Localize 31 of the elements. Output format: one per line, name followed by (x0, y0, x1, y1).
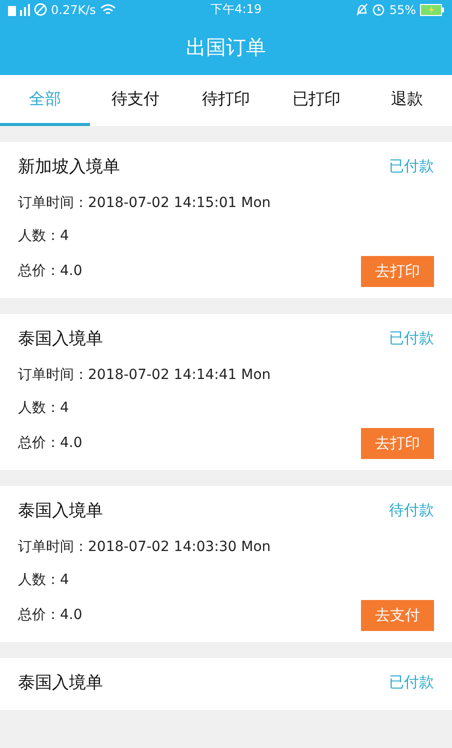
signal-icon (8, 4, 30, 16)
order-time: 订单时间：2018-07-02 14:14:41 Mon (18, 366, 271, 384)
alarm-icon (372, 3, 386, 16)
people-count: 人数：4 (18, 398, 69, 416)
total-price: 总价：4.0 (18, 434, 82, 452)
total-price: 总价：4.0 (18, 606, 82, 624)
battery-icon (420, 4, 444, 16)
order-card[interactable]: 泰国入境单 已付款 (0, 658, 452, 710)
people-count: 人数：4 (18, 570, 69, 588)
bell-off-icon (356, 3, 368, 16)
order-status: 已付款 (389, 156, 434, 176)
order-time: 订单时间：2018-07-02 14:15:01 Mon (18, 194, 271, 212)
order-title: 泰国入境单 (18, 500, 103, 522)
order-card[interactable]: 泰国入境单 已付款 订单时间：2018-07-02 14:14:41 Mon 人数：4 总价：4.0 去打印 (0, 314, 452, 470)
order-title: 泰国入境单 (18, 328, 103, 350)
blocked-icon (34, 3, 47, 16)
page-title: 出国订单 (186, 34, 266, 60)
order-card[interactable]: 新加坡入境单 已付款 订单时间：2018-07-02 14:15:01 Mon 人数：4 总价：4.0 去打印 (0, 142, 452, 298)
order-title: 泰国入境单 (18, 672, 103, 694)
wifi-icon (100, 4, 116, 16)
order-status: 待付款 (389, 500, 434, 520)
order-time: 订单时间：2018-07-02 14:03:30 Mon (18, 538, 271, 556)
order-status: 已付款 (389, 328, 434, 348)
order-status: 已付款 (389, 672, 434, 692)
people-count: 人数：4 (18, 226, 69, 244)
battery-percent: 55% (389, 2, 416, 16)
network-speed: 0.27K/s (51, 2, 96, 16)
status-time: 下午4:19 (210, 1, 262, 18)
order-card[interactable]: 泰国入境单 待付款 订单时间：2018-07-02 14:03:30 Mon 人数：4 总价：4.0 去支付 (0, 486, 452, 642)
total-price: 总价：4.0 (18, 262, 82, 280)
order-title: 新加坡入境单 (18, 156, 120, 178)
